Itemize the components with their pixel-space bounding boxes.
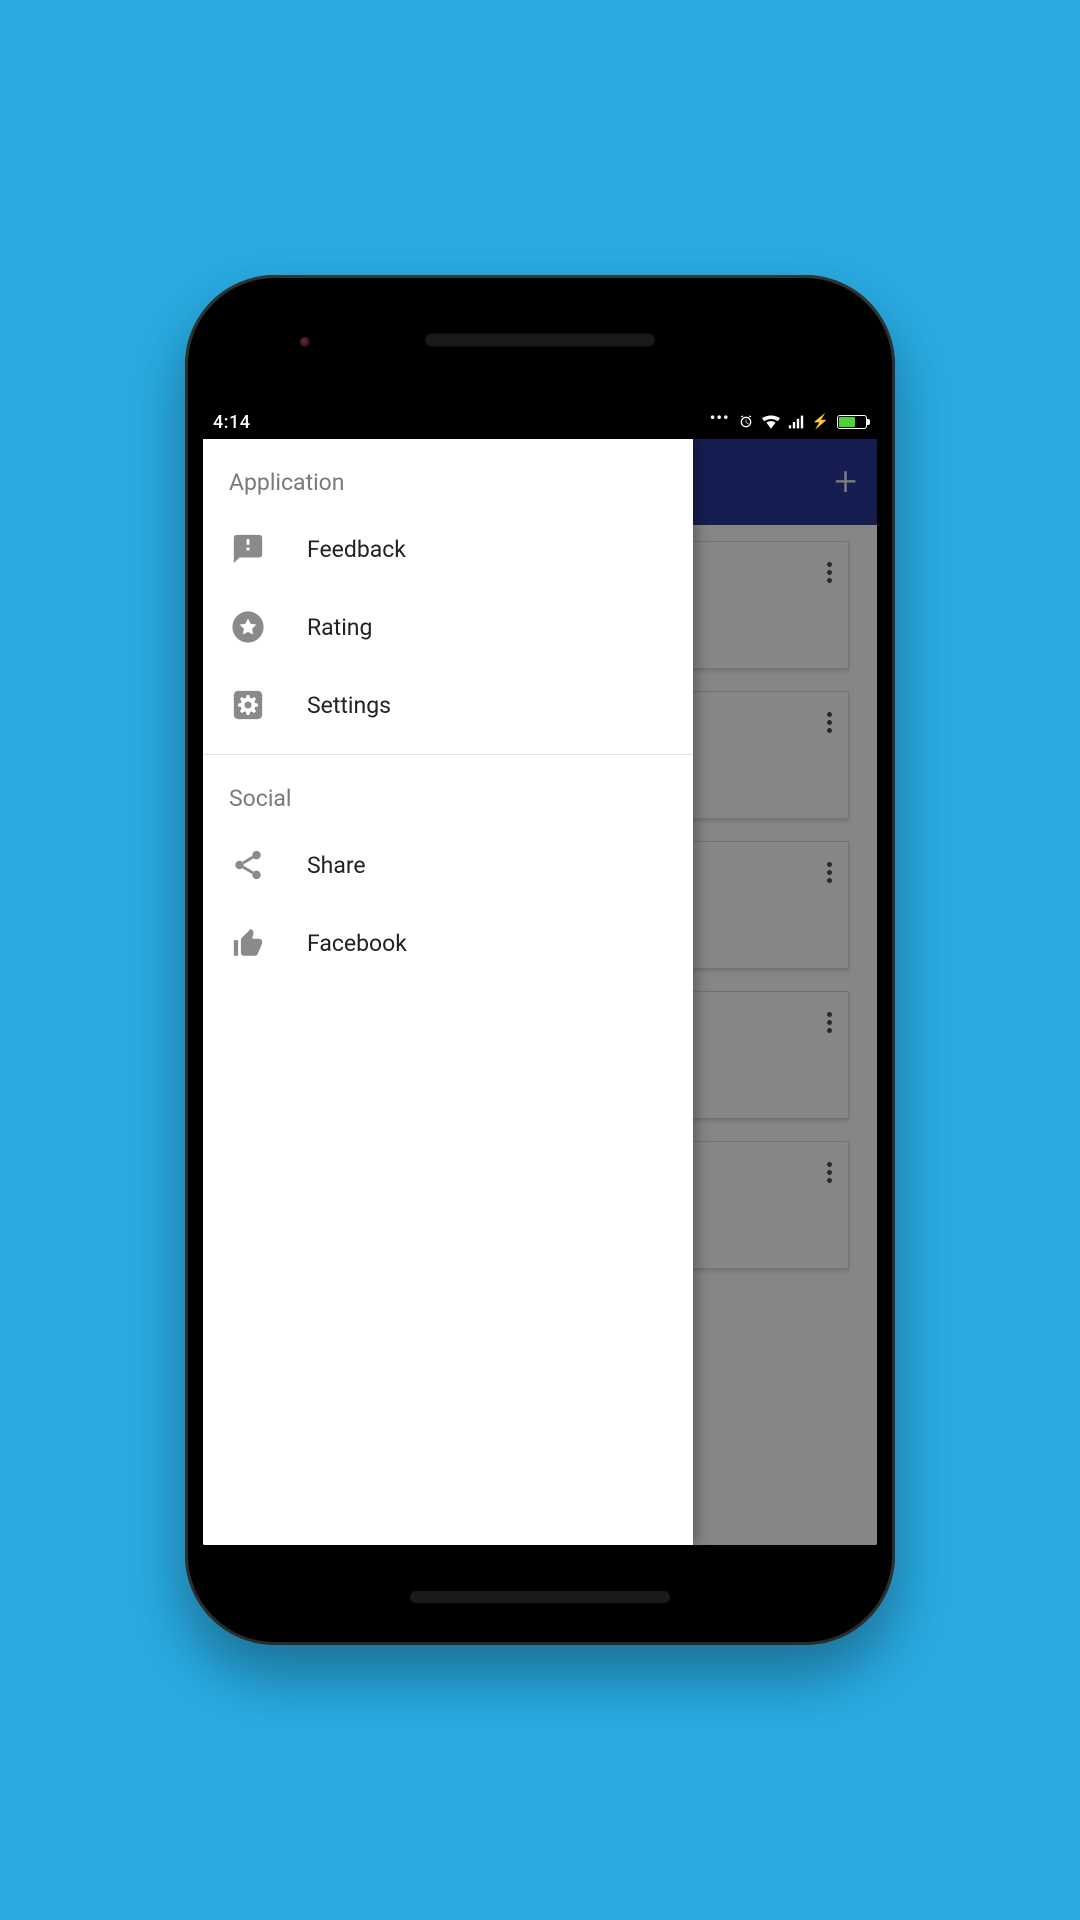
- wifi-icon: [762, 415, 780, 429]
- drawer-section-title-social: Social: [203, 755, 693, 826]
- navigation-drawer: Application Feedback Rating Settings: [203, 439, 693, 1545]
- status-bar: 4:14 ••• ⚡: [203, 405, 877, 439]
- thumb-up-icon: [229, 924, 267, 962]
- battery-icon: [837, 415, 867, 429]
- drawer-item-feedback[interactable]: Feedback: [203, 510, 693, 588]
- drawer-item-label: Settings: [307, 692, 391, 719]
- signal-icon: [788, 415, 804, 429]
- phone-bottom-bezel: [185, 1545, 895, 1645]
- phone-camera: [300, 337, 310, 347]
- share-icon: [229, 846, 267, 884]
- more-vert-icon[interactable]: [821, 1006, 838, 1039]
- add-button[interactable]: +: [834, 462, 857, 502]
- charging-icon: ⚡: [812, 415, 829, 429]
- star-circle-icon: [229, 608, 267, 646]
- more-vert-icon[interactable]: [821, 556, 838, 589]
- phone-mockup: 4:14 ••• ⚡ +: [185, 275, 895, 1645]
- drawer-item-label: Share: [307, 852, 366, 879]
- drawer-item-label: Feedback: [307, 536, 406, 563]
- settings-icon: [229, 686, 267, 724]
- drawer-item-label: Rating: [307, 614, 372, 641]
- status-time: 4:14: [213, 412, 250, 433]
- more-icon: •••: [710, 410, 730, 426]
- alarm-icon: [738, 414, 754, 430]
- drawer-item-rating[interactable]: Rating: [203, 588, 693, 666]
- drawer-item-facebook[interactable]: Facebook: [203, 904, 693, 982]
- screen: 4:14 ••• ⚡ +: [203, 405, 877, 1545]
- phone-speaker: [425, 333, 655, 347]
- drawer-item-settings[interactable]: Settings: [203, 666, 693, 744]
- phone-top-bezel: [185, 275, 895, 405]
- feedback-icon: [229, 530, 267, 568]
- drawer-item-share[interactable]: Share: [203, 826, 693, 904]
- status-icons: ••• ⚡: [710, 414, 867, 430]
- more-vert-icon[interactable]: [821, 1156, 838, 1189]
- more-vert-icon[interactable]: [821, 706, 838, 739]
- drawer-item-label: Facebook: [307, 930, 407, 957]
- drawer-section-title-application: Application: [203, 439, 693, 510]
- more-vert-icon[interactable]: [821, 856, 838, 889]
- phone-speaker-bottom: [410, 1591, 670, 1603]
